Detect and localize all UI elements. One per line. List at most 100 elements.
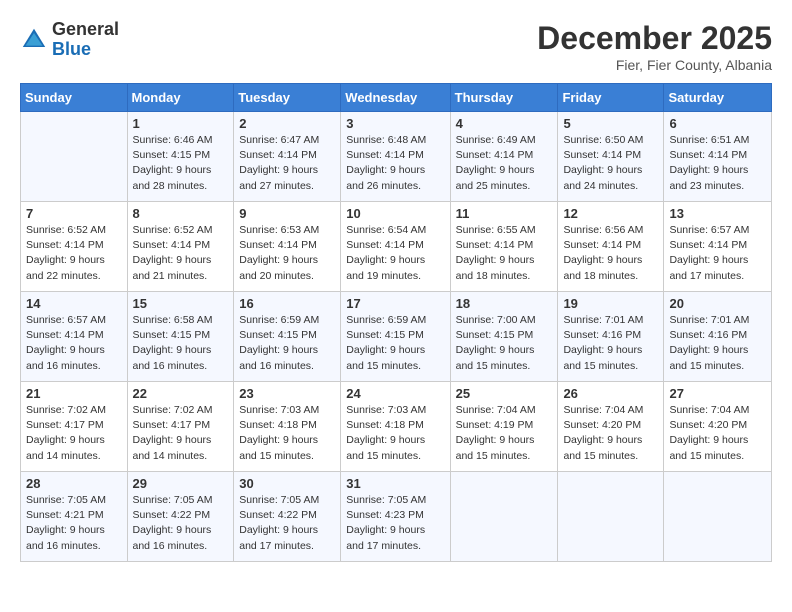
day-info: Sunrise: 7:04 AMSunset: 4:20 PMDaylight:… (669, 403, 766, 464)
day-info: Sunrise: 6:56 AMSunset: 4:14 PMDaylight:… (563, 223, 658, 284)
page-header: General Blue December 2025 Fier, Fier Co… (20, 20, 772, 73)
calendar-cell: 5 Sunrise: 6:50 AMSunset: 4:14 PMDaylight… (558, 112, 664, 202)
calendar-cell (664, 472, 772, 562)
day-info: Sunrise: 6:48 AMSunset: 4:14 PMDaylight:… (346, 133, 444, 194)
calendar-cell: 4 Sunrise: 6:49 AMSunset: 4:14 PMDaylight… (450, 112, 558, 202)
day-number: 23 (239, 386, 335, 401)
day-number: 12 (563, 206, 658, 221)
calendar-cell: 9 Sunrise: 6:53 AMSunset: 4:14 PMDaylight… (234, 202, 341, 292)
column-header-saturday: Saturday (664, 84, 772, 112)
logo-blue: Blue (52, 40, 119, 60)
day-info: Sunrise: 6:55 AMSunset: 4:14 PMDaylight:… (456, 223, 553, 284)
column-header-thursday: Thursday (450, 84, 558, 112)
day-number: 28 (26, 476, 122, 491)
calendar-cell (450, 472, 558, 562)
day-info: Sunrise: 7:05 AMSunset: 4:23 PMDaylight:… (346, 493, 444, 554)
day-number: 1 (133, 116, 229, 131)
calendar-cell: 25 Sunrise: 7:04 AMSunset: 4:19 PMDayligh… (450, 382, 558, 472)
logo: General Blue (20, 20, 119, 60)
calendar-cell: 6 Sunrise: 6:51 AMSunset: 4:14 PMDaylight… (664, 112, 772, 202)
calendar-cell: 26 Sunrise: 7:04 AMSunset: 4:20 PMDayligh… (558, 382, 664, 472)
day-number: 3 (346, 116, 444, 131)
day-number: 2 (239, 116, 335, 131)
week-row-2: 7 Sunrise: 6:52 AMSunset: 4:14 PMDaylight… (21, 202, 772, 292)
day-number: 7 (26, 206, 122, 221)
day-info: Sunrise: 6:46 AMSunset: 4:15 PMDaylight:… (133, 133, 229, 194)
calendar: SundayMondayTuesdayWednesdayThursdayFrid… (20, 83, 772, 562)
day-number: 13 (669, 206, 766, 221)
day-number: 31 (346, 476, 444, 491)
column-header-monday: Monday (127, 84, 234, 112)
day-info: Sunrise: 7:02 AMSunset: 4:17 PMDaylight:… (133, 403, 229, 464)
day-info: Sunrise: 7:01 AMSunset: 4:16 PMDaylight:… (563, 313, 658, 374)
calendar-cell: 18 Sunrise: 7:00 AMSunset: 4:15 PMDayligh… (450, 292, 558, 382)
day-info: Sunrise: 7:05 AMSunset: 4:22 PMDaylight:… (133, 493, 229, 554)
calendar-cell: 30 Sunrise: 7:05 AMSunset: 4:22 PMDayligh… (234, 472, 341, 562)
calendar-cell: 16Sunrise: 6:59 AMSunset: 4:15 PMDayligh… (234, 292, 341, 382)
week-row-4: 21 Sunrise: 7:02 AMSunset: 4:17 PMDayligh… (21, 382, 772, 472)
day-number: 11 (456, 206, 553, 221)
week-row-3: 14Sunrise: 6:57 AMSunset: 4:14 PMDayligh… (21, 292, 772, 382)
logo-text: General Blue (52, 20, 119, 60)
day-number: 27 (669, 386, 766, 401)
day-number: 15 (133, 296, 229, 311)
calendar-cell: 31 Sunrise: 7:05 AMSunset: 4:23 PMDayligh… (341, 472, 450, 562)
calendar-cell: 12 Sunrise: 6:56 AMSunset: 4:14 PMDayligh… (558, 202, 664, 292)
day-number: 21 (26, 386, 122, 401)
calendar-cell: 24 Sunrise: 7:03 AMSunset: 4:18 PMDayligh… (341, 382, 450, 472)
day-info: Sunrise: 6:54 AMSunset: 4:14 PMDaylight:… (346, 223, 444, 284)
day-number: 30 (239, 476, 335, 491)
day-info: Sunrise: 6:53 AMSunset: 4:14 PMDaylight:… (239, 223, 335, 284)
day-info: Sunrise: 7:02 AMSunset: 4:17 PMDaylight:… (26, 403, 122, 464)
calendar-cell: 14Sunrise: 6:57 AMSunset: 4:14 PMDayligh… (21, 292, 128, 382)
day-info: Sunrise: 7:04 AMSunset: 4:20 PMDaylight:… (563, 403, 658, 464)
day-number: 6 (669, 116, 766, 131)
day-number: 18 (456, 296, 553, 311)
calendar-cell (558, 472, 664, 562)
day-info: Sunrise: 7:05 AMSunset: 4:21 PMDaylight:… (26, 493, 122, 554)
calendar-cell: 29Sunrise: 7:05 AMSunset: 4:22 PMDayligh… (127, 472, 234, 562)
day-number: 8 (133, 206, 229, 221)
day-info: Sunrise: 6:49 AMSunset: 4:14 PMDaylight:… (456, 133, 553, 194)
day-info: Sunrise: 6:59 AMSunset: 4:15 PMDaylight:… (346, 313, 444, 374)
day-number: 5 (563, 116, 658, 131)
day-number: 19 (563, 296, 658, 311)
day-info: Sunrise: 6:47 AMSunset: 4:14 PMDaylight:… (239, 133, 335, 194)
calendar-cell: 20Sunrise: 7:01 AMSunset: 4:16 PMDayligh… (664, 292, 772, 382)
logo-general: General (52, 20, 119, 40)
day-info: Sunrise: 7:05 AMSunset: 4:22 PMDaylight:… (239, 493, 335, 554)
day-info: Sunrise: 6:57 AMSunset: 4:14 PMDaylight:… (669, 223, 766, 284)
day-info: Sunrise: 6:50 AMSunset: 4:14 PMDaylight:… (563, 133, 658, 194)
day-number: 20 (669, 296, 766, 311)
calendar-cell: 3 Sunrise: 6:48 AMSunset: 4:14 PMDaylight… (341, 112, 450, 202)
calendar-cell (21, 112, 128, 202)
calendar-cell: 17 Sunrise: 6:59 AMSunset: 4:15 PMDayligh… (341, 292, 450, 382)
column-header-sunday: Sunday (21, 84, 128, 112)
day-number: 9 (239, 206, 335, 221)
day-number: 16 (239, 296, 335, 311)
day-info: Sunrise: 7:04 AMSunset: 4:19 PMDaylight:… (456, 403, 553, 464)
column-header-friday: Friday (558, 84, 664, 112)
calendar-cell: 28 Sunrise: 7:05 AMSunset: 4:21 PMDayligh… (21, 472, 128, 562)
day-number: 24 (346, 386, 444, 401)
location: Fier, Fier County, Albania (537, 57, 772, 73)
day-number: 26 (563, 386, 658, 401)
day-info: Sunrise: 7:03 AMSunset: 4:18 PMDaylight:… (346, 403, 444, 464)
calendar-cell: 23Sunrise: 7:03 AMSunset: 4:18 PMDayligh… (234, 382, 341, 472)
calendar-cell: 1 Sunrise: 6:46 AMSunset: 4:15 PMDaylight… (127, 112, 234, 202)
day-number: 4 (456, 116, 553, 131)
day-number: 17 (346, 296, 444, 311)
calendar-cell: 27 Sunrise: 7:04 AMSunset: 4:20 PMDayligh… (664, 382, 772, 472)
day-info: Sunrise: 6:57 AMSunset: 4:14 PMDaylight:… (26, 313, 122, 374)
day-info: Sunrise: 6:51 AMSunset: 4:14 PMDaylight:… (669, 133, 766, 194)
calendar-header-row: SundayMondayTuesdayWednesdayThursdayFrid… (21, 84, 772, 112)
calendar-cell: 19 Sunrise: 7:01 AMSunset: 4:16 PMDayligh… (558, 292, 664, 382)
day-info: Sunrise: 6:52 AMSunset: 4:14 PMDaylight:… (26, 223, 122, 284)
calendar-cell: 10Sunrise: 6:54 AMSunset: 4:14 PMDayligh… (341, 202, 450, 292)
calendar-cell: 13 Sunrise: 6:57 AMSunset: 4:14 PMDayligh… (664, 202, 772, 292)
week-row-5: 28 Sunrise: 7:05 AMSunset: 4:21 PMDayligh… (21, 472, 772, 562)
week-row-1: 1 Sunrise: 6:46 AMSunset: 4:15 PMDaylight… (21, 112, 772, 202)
day-info: Sunrise: 7:00 AMSunset: 4:15 PMDaylight:… (456, 313, 553, 374)
day-number: 25 (456, 386, 553, 401)
calendar-cell: 15Sunrise: 6:58 AMSunset: 4:15 PMDayligh… (127, 292, 234, 382)
